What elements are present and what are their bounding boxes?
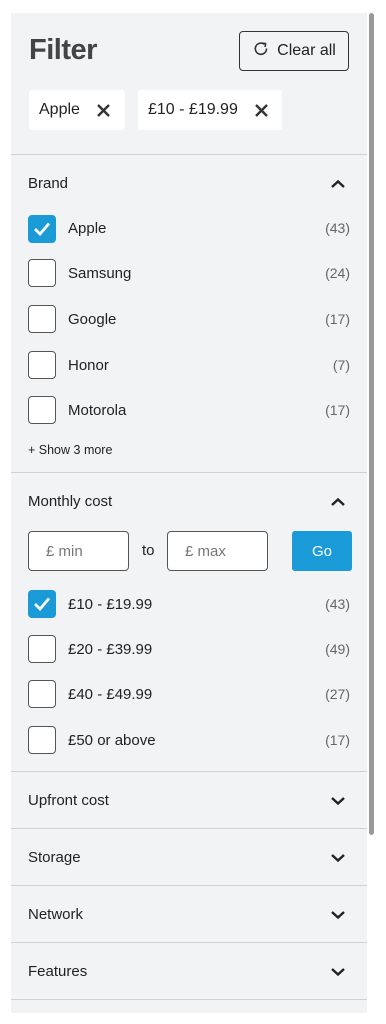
option-count: (43) <box>325 220 350 236</box>
close-icon[interactable] <box>96 103 111 118</box>
checkbox[interactable] <box>28 680 56 708</box>
chevron-down-icon[interactable] <box>330 796 346 806</box>
checkbox[interactable] <box>28 259 56 287</box>
filter-title: Filter <box>29 34 97 66</box>
clear-all-button[interactable]: Clear all <box>239 31 349 71</box>
checkbox-checked[interactable] <box>28 590 56 618</box>
option-count: (17) <box>325 732 350 748</box>
features-section-title: Features <box>28 963 88 980</box>
option-label: £20 - £39.99 <box>68 641 153 658</box>
divider <box>11 885 367 886</box>
option-label: £10 - £19.99 <box>68 596 153 613</box>
brand-section-title: Brand <box>28 175 69 192</box>
option-label: £40 - £49.99 <box>68 686 153 703</box>
max-price-input[interactable] <box>167 531 268 571</box>
chevron-down-icon[interactable] <box>330 853 346 863</box>
show-more-link[interactable]: + Show 3 more <box>28 443 112 457</box>
option-label: Honor <box>68 357 109 374</box>
divider <box>11 771 367 772</box>
to-label: to <box>142 542 155 559</box>
option-label: Apple <box>68 220 107 237</box>
chip-label: £10 - £19.99 <box>148 101 238 118</box>
divider <box>11 472 367 473</box>
chevron-up-icon[interactable] <box>330 179 346 189</box>
option-count: (43) <box>325 596 350 612</box>
network-section-title: Network <box>28 906 84 923</box>
checkbox[interactable] <box>28 635 56 663</box>
divider <box>11 999 367 1000</box>
checkmark-icon <box>34 597 51 612</box>
option-label: Motorola <box>68 402 127 419</box>
checkbox[interactable] <box>28 396 56 424</box>
upfront-cost-section-title: Upfront cost <box>28 792 109 809</box>
option-label: £50 or above <box>68 732 156 749</box>
divider <box>11 828 367 829</box>
close-icon[interactable] <box>254 103 269 118</box>
filter-panel: Filter Clear all Apple £10 - £19.99 Bran… <box>11 13 367 1013</box>
chevron-down-icon[interactable] <box>330 967 346 977</box>
chevron-up-icon[interactable] <box>330 497 346 507</box>
option-count: (17) <box>325 311 350 327</box>
option-label: Google <box>68 311 117 328</box>
checkbox[interactable] <box>28 726 56 754</box>
divider <box>11 942 367 943</box>
chevron-down-icon[interactable] <box>330 910 346 920</box>
option-count: (27) <box>325 686 350 702</box>
active-filter-chip-apple: Apple <box>29 90 125 130</box>
clear-all-label: Clear all <box>277 42 336 59</box>
option-count: (7) <box>332 357 350 373</box>
active-filter-chip-monthly-cost: £10 - £19.99 <box>138 90 282 130</box>
chip-label: Apple <box>39 101 80 118</box>
option-count: (24) <box>325 265 350 281</box>
option-label: Samsung <box>68 265 132 282</box>
checkbox[interactable] <box>28 305 56 333</box>
go-button[interactable]: Go <box>292 531 352 571</box>
option-count: (49) <box>325 641 350 657</box>
option-count: (17) <box>325 402 350 418</box>
divider <box>11 154 367 155</box>
refresh-icon <box>252 40 270 63</box>
checkbox[interactable] <box>28 351 56 379</box>
checkbox-checked[interactable] <box>28 215 56 243</box>
min-price-input[interactable] <box>28 531 129 571</box>
monthly-cost-section-title: Monthly cost <box>28 493 113 510</box>
storage-section-title: Storage <box>28 849 81 866</box>
checkmark-icon <box>34 222 51 237</box>
scrollbar[interactable] <box>369 13 374 835</box>
